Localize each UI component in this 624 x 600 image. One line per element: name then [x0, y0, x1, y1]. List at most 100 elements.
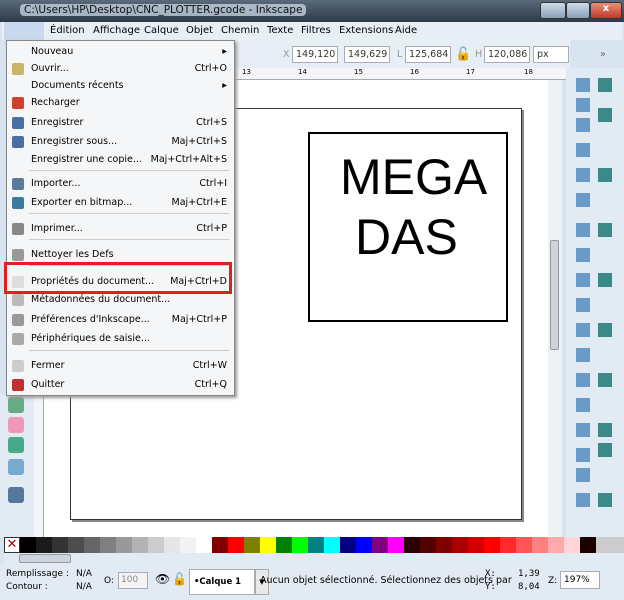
color-swatch[interactable]: [404, 537, 420, 553]
menu-calque[interactable]: Calque: [144, 25, 179, 36]
menu-item-imprimer[interactable]: Imprimer... Ctrl+P: [7, 220, 234, 238]
menu-item-préférences-d-inkscape[interactable]: Préférences d'Inkscape... Maj+Ctrl+P: [7, 311, 234, 329]
text-mega[interactable]: MEGA: [340, 148, 487, 206]
y-input[interactable]: 149,629: [344, 46, 390, 63]
color-swatch[interactable]: [324, 537, 340, 553]
color-swatch[interactable]: [436, 537, 452, 553]
menu-item-exporter-en-bitmap[interactable]: Exporter en bitmap... Maj+Ctrl+E: [7, 194, 234, 212]
color-swatch[interactable]: [580, 537, 596, 553]
menu-affichage[interactable]: Affichage: [93, 25, 140, 36]
menu-chemin[interactable]: Chemin: [221, 25, 259, 36]
paint-bucket-icon[interactable]: [8, 397, 24, 413]
close-window-button[interactable]: x: [590, 2, 622, 19]
menu-filtres[interactable]: Filtres: [301, 25, 331, 36]
menu-edition[interactable]: Édition: [50, 25, 85, 36]
color-swatch[interactable]: [276, 537, 292, 553]
height-input[interactable]: 120,086: [484, 46, 530, 63]
layer-lock-icon[interactable]: 🔓: [172, 572, 187, 586]
color-swatch[interactable]: [308, 537, 324, 553]
color-swatch[interactable]: [388, 537, 404, 553]
minimize-button[interactable]: [540, 2, 566, 19]
color-swatch[interactable]: [52, 537, 68, 553]
folder-icon: [12, 63, 24, 75]
maximize-button[interactable]: [566, 2, 590, 19]
tweak-icon[interactable]: [8, 437, 24, 453]
color-swatch[interactable]: [164, 537, 180, 553]
color-swatch[interactable]: [260, 537, 276, 553]
color-swatch[interactable]: [84, 537, 100, 553]
color-swatch[interactable]: [484, 537, 500, 553]
menu-item-nouveau[interactable]: Nouveau ▸: [7, 43, 234, 61]
dropper-icon[interactable]: [8, 487, 24, 503]
color-swatch[interactable]: [532, 537, 548, 553]
visibility-eye-icon[interactable]: 👁: [155, 572, 170, 586]
menu-item-label: Fermer: [31, 360, 65, 371]
menu-item-documents-récents[interactable]: Documents récents ▸: [7, 77, 234, 95]
color-swatch[interactable]: [548, 537, 564, 553]
menu-fichier[interactable]: Fichier: [4, 22, 44, 40]
save-icon: [12, 117, 24, 129]
toolbar-icons[interactable]: [566, 68, 624, 537]
eraser-icon[interactable]: [8, 417, 24, 433]
menu-item-périphériques-de-saisie[interactable]: Périphériques de saisie...: [7, 330, 234, 348]
menu-extensions[interactable]: Extensions: [339, 25, 393, 36]
color-swatch[interactable]: [196, 537, 212, 553]
stroke-value[interactable]: N/A: [76, 582, 92, 592]
x-input[interactable]: 149,120: [292, 46, 338, 63]
color-swatch[interactable]: [180, 537, 196, 553]
color-swatch[interactable]: [68, 537, 84, 553]
color-swatch[interactable]: [420, 537, 436, 553]
color-swatch[interactable]: [20, 537, 36, 553]
spray-icon[interactable]: [8, 459, 24, 475]
ruler-tick: 18: [524, 68, 533, 76]
color-swatch[interactable]: [100, 537, 116, 553]
fill-value[interactable]: N/A: [76, 569, 92, 579]
zoom-input[interactable]: 197%: [560, 571, 600, 589]
menu-item-shortcut: Maj+Ctrl+P: [171, 314, 227, 325]
color-swatch[interactable]: [292, 537, 308, 553]
more-button[interactable]: »: [600, 49, 606, 60]
no-paint-swatch[interactable]: ✕: [4, 537, 20, 553]
color-swatch[interactable]: [356, 537, 372, 553]
menu-item-enregistrer[interactable]: Enregistrer Ctrl+S: [7, 114, 234, 132]
menu-objet[interactable]: Objet: [186, 25, 213, 36]
cursor-x-value: 1,39: [518, 569, 540, 579]
color-swatch[interactable]: [452, 537, 468, 553]
color-swatch[interactable]: [516, 537, 532, 553]
menu-item-ouvrir[interactable]: Ouvrir... Ctrl+O: [7, 60, 234, 78]
opacity-input[interactable]: 100: [118, 572, 148, 589]
color-swatch[interactable]: [228, 537, 244, 553]
layer-select[interactable]: •Calque 1: [189, 569, 255, 595]
color-swatch[interactable]: [244, 537, 260, 553]
menu-aide[interactable]: Aide: [395, 25, 417, 36]
menu-texte[interactable]: Texte: [267, 25, 293, 36]
unit-select[interactable]: px: [533, 46, 569, 63]
menu-item-quitter[interactable]: Quitter Ctrl+Q: [7, 376, 234, 394]
color-swatch[interactable]: [340, 537, 356, 553]
color-swatch[interactable]: [116, 537, 132, 553]
color-swatch[interactable]: [500, 537, 516, 553]
menu-separator: [29, 350, 229, 351]
menu-item-shortcut: Ctrl+W: [192, 360, 227, 371]
color-swatch[interactable]: [36, 537, 52, 553]
color-swatch[interactable]: [564, 537, 580, 553]
menu-item-shortcut: Ctrl+P: [196, 223, 227, 234]
color-swatch[interactable]: [148, 537, 164, 553]
h-label: H: [475, 49, 483, 60]
width-input[interactable]: 125,684: [405, 46, 451, 63]
color-swatch[interactable]: [212, 537, 228, 553]
menu-item-label: Documents récents: [31, 80, 124, 91]
menu-item-enregistrer-une-copie[interactable]: Enregistrer une copie... Maj+Ctrl+Alt+S: [7, 151, 234, 169]
menu-item-importer[interactable]: Importer... Ctrl+I: [7, 175, 234, 193]
text-das[interactable]: DAS: [355, 208, 458, 266]
print-icon: [12, 223, 24, 235]
vertical-scrollbar[interactable]: [548, 80, 562, 537]
horizontal-scrollbar[interactable]: [4, 553, 624, 565]
color-swatch[interactable]: [372, 537, 388, 553]
color-swatch[interactable]: [468, 537, 484, 553]
menu-item-enregistrer-sous[interactable]: Enregistrer sous... Maj+Ctrl+S: [7, 133, 234, 151]
menu-item-recharger[interactable]: Recharger: [7, 94, 234, 112]
lock-icon[interactable]: 🔓: [455, 47, 471, 62]
color-swatch[interactable]: [132, 537, 148, 553]
menu-item-fermer[interactable]: Fermer Ctrl+W: [7, 357, 234, 375]
